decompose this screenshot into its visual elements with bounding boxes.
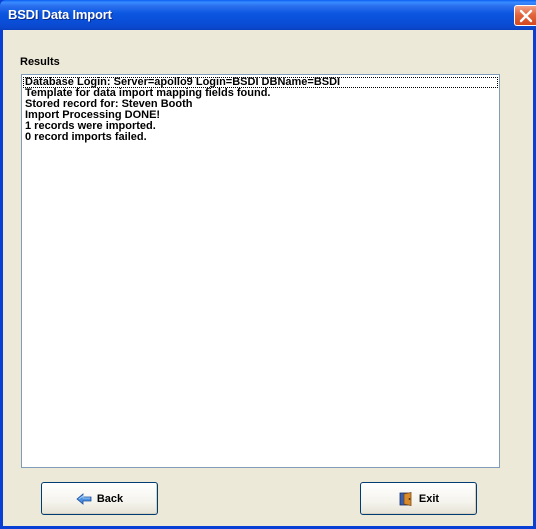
close-button[interactable] xyxy=(514,5,536,26)
import-window: BSDI Data Import Results Database Login:… xyxy=(0,0,536,529)
back-arrow-icon xyxy=(76,492,92,506)
result-line[interactable]: 0 record imports failed. xyxy=(23,132,499,143)
exit-button[interactable]: Exit xyxy=(360,482,477,515)
exit-door-icon xyxy=(398,491,414,506)
close-icon xyxy=(519,9,533,23)
exit-button-label: Exit xyxy=(418,492,440,505)
title-bar[interactable]: BSDI Data Import xyxy=(0,0,536,30)
results-label: Results xyxy=(20,56,60,68)
window-title: BSDI Data Import xyxy=(8,7,112,22)
back-button-label: Back xyxy=(96,492,124,505)
results-listbox[interactable]: Database Login: Server=apollo9 Login=BSD… xyxy=(21,74,500,468)
dialog-client-area: Results Database Login: Server=apollo9 L… xyxy=(3,30,533,526)
back-button[interactable]: Back xyxy=(41,482,158,515)
